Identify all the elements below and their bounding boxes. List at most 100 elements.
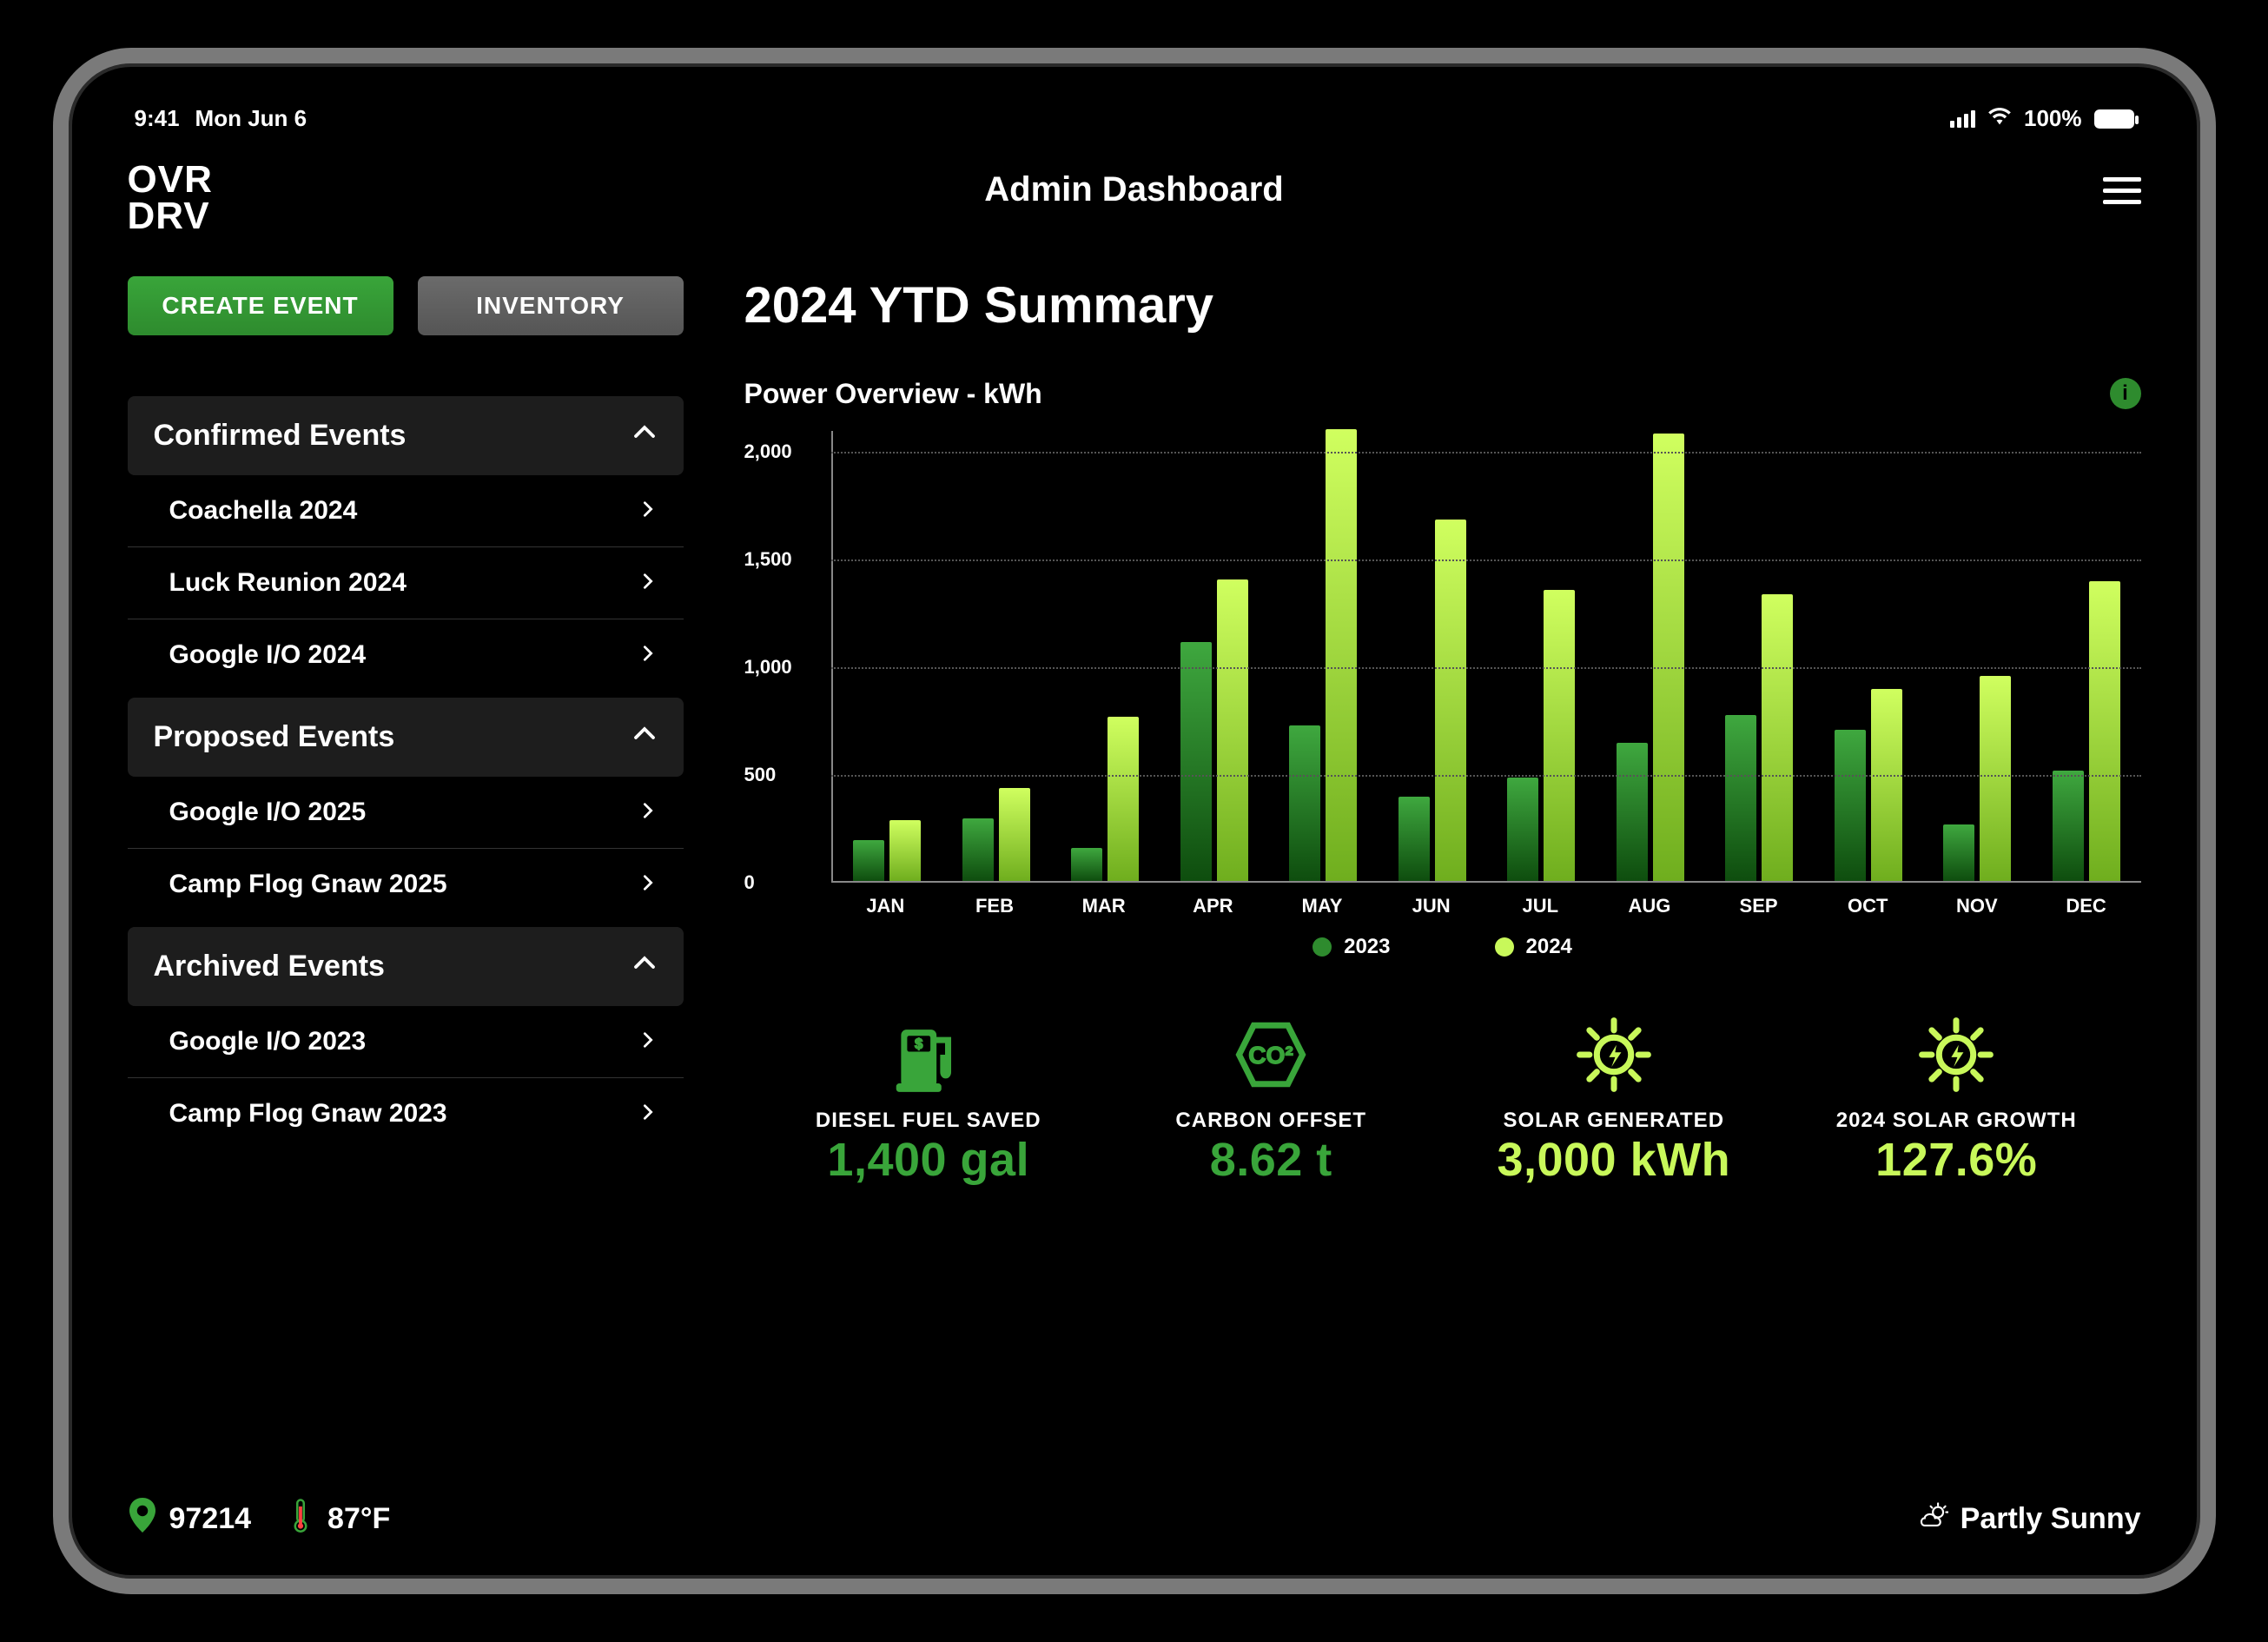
sidebar-item-luck-reunion-2024[interactable]: Luck Reunion 2024 bbox=[128, 547, 684, 619]
section-archived-events: Archived Events Google I/O 2023 Camp Flo… bbox=[128, 927, 684, 1149]
page-title: Admin Dashboard bbox=[984, 170, 1283, 209]
legend-dot-icon bbox=[1495, 937, 1514, 957]
chart-x-axis: JANFEBMARAPRMAYJUNJULAUGSEPOCTNOVDEC bbox=[831, 895, 2141, 917]
bar-2024 bbox=[999, 788, 1030, 880]
bar-2024 bbox=[1980, 676, 2011, 880]
kpi-value: 1,400 gal bbox=[762, 1133, 1096, 1187]
bar-group bbox=[842, 820, 933, 880]
sidebar-item-google-io-2023[interactable]: Google I/O 2023 bbox=[128, 1006, 684, 1078]
status-bar: 9:41 Mon Jun 6 100% bbox=[128, 105, 2141, 132]
y-tick-label: 0 bbox=[744, 871, 755, 894]
bar-2023 bbox=[1071, 848, 1102, 880]
section-title: Proposed Events bbox=[154, 720, 395, 754]
thermometer-icon bbox=[286, 1498, 315, 1540]
bar-group bbox=[950, 788, 1041, 880]
kpi-carbon-offset: CO² CARBON OFFSET 8.62 t bbox=[1104, 1011, 1438, 1187]
footer-weather-text: Partly Sunny bbox=[1961, 1502, 2141, 1536]
legend-label: 2023 bbox=[1344, 935, 1390, 959]
x-tick-label: APR bbox=[1167, 895, 1260, 917]
section-header-proposed[interactable]: Proposed Events bbox=[128, 698, 684, 777]
footer-temperature: 87°F bbox=[286, 1498, 390, 1540]
bar-group bbox=[1386, 520, 1478, 881]
bar-2023 bbox=[1617, 743, 1648, 880]
sidebar-item-camp-flog-gnaw-2023[interactable]: Camp Flog Gnaw 2023 bbox=[128, 1078, 684, 1149]
menu-icon[interactable] bbox=[2103, 170, 2141, 211]
partly-sunny-icon bbox=[1919, 1498, 1948, 1540]
info-icon[interactable]: i bbox=[2110, 378, 2141, 409]
chevron-up-icon bbox=[631, 720, 658, 754]
kpi-label: 2024 SOLAR GROWTH bbox=[1789, 1109, 2124, 1133]
section-header-archived[interactable]: Archived Events bbox=[128, 927, 684, 1006]
create-event-button[interactable]: CREATE EVENT bbox=[128, 276, 393, 335]
gridline bbox=[831, 559, 2141, 561]
x-tick-label: MAR bbox=[1058, 895, 1150, 917]
gridline bbox=[831, 452, 2141, 454]
location-pin-icon bbox=[128, 1498, 157, 1540]
sun-bolt-icon bbox=[1789, 1011, 2124, 1098]
bar-2023 bbox=[962, 818, 994, 881]
sidebar-item-coachella-2024[interactable]: Coachella 2024 bbox=[128, 475, 684, 547]
section-header-confirmed[interactable]: Confirmed Events bbox=[128, 396, 684, 475]
kpi-row: $ DIESEL FUEL SAVED 1,400 gal CO² CARBON… bbox=[744, 1011, 2141, 1187]
chevron-right-icon bbox=[638, 1099, 658, 1129]
bar-2024 bbox=[1217, 579, 1248, 881]
svg-text:CO²: CO² bbox=[1248, 1041, 1293, 1068]
bar-2023 bbox=[853, 840, 884, 881]
co2-icon: CO² bbox=[1104, 1011, 1438, 1098]
battery-percent: 100% bbox=[2024, 105, 2082, 132]
legend-dot-icon bbox=[1313, 937, 1332, 957]
kpi-label: DIESEL FUEL SAVED bbox=[762, 1109, 1096, 1133]
chevron-up-icon bbox=[631, 950, 658, 983]
chart-header: Power Overview - kWh i bbox=[744, 378, 2141, 410]
bar-2024 bbox=[1326, 429, 1357, 881]
kpi-label: SOLAR GENERATED bbox=[1447, 1109, 1782, 1133]
sidebar-item-camp-flog-gnaw-2025[interactable]: Camp Flog Gnaw 2025 bbox=[128, 849, 684, 920]
chart-y-axis: 05001,0001,5002,000 bbox=[744, 431, 814, 883]
status-left: 9:41 Mon Jun 6 bbox=[135, 105, 307, 132]
gridline bbox=[831, 667, 2141, 669]
bar-2023 bbox=[1835, 730, 1866, 880]
x-tick-label: JUL bbox=[1494, 895, 1586, 917]
bar-2024 bbox=[1544, 590, 1575, 880]
gridline bbox=[831, 775, 2141, 777]
footer-bar: 97214 87°F Partly Sunny bbox=[128, 1498, 2141, 1540]
kpi-diesel-saved: $ DIESEL FUEL SAVED 1,400 gal bbox=[762, 1011, 1096, 1187]
sidebar-item-google-io-2024[interactable]: Google I/O 2024 bbox=[128, 619, 684, 691]
footer-location[interactable]: 97214 bbox=[128, 1498, 252, 1540]
status-right: 100% bbox=[1950, 105, 2134, 132]
content: 2024 YTD Summary Power Overview - kWh i … bbox=[744, 276, 2141, 1491]
y-tick-label: 1,500 bbox=[744, 548, 792, 571]
app-logo: OVR DRV bbox=[128, 162, 213, 235]
legend-label: 2024 bbox=[1526, 935, 1572, 959]
y-tick-label: 500 bbox=[744, 764, 777, 786]
sidebar-buttons: CREATE EVENT INVENTORY bbox=[128, 276, 684, 335]
bar-2023 bbox=[1398, 797, 1430, 881]
event-label: Luck Reunion 2024 bbox=[169, 568, 407, 598]
bar-group bbox=[1714, 594, 1805, 880]
power-overview-chart: 05001,0001,5002,000 JANFEBMARAPRMAYJUNJU… bbox=[744, 431, 2141, 917]
status-time: 9:41 bbox=[135, 105, 180, 132]
footer-weather: Partly Sunny bbox=[1919, 1498, 2141, 1540]
footer-zip: 97214 bbox=[169, 1502, 252, 1536]
x-tick-label: FEB bbox=[949, 895, 1041, 917]
chevron-right-icon bbox=[638, 496, 658, 526]
section-title: Confirmed Events bbox=[154, 419, 407, 453]
kpi-solar-growth: 2024 SOLAR GROWTH 127.6% bbox=[1789, 1011, 2124, 1187]
bar-2023 bbox=[1725, 715, 1756, 881]
wifi-icon bbox=[1987, 105, 2012, 132]
bar-2023 bbox=[1180, 642, 1212, 881]
inventory-button[interactable]: INVENTORY bbox=[418, 276, 684, 335]
battery-icon bbox=[2094, 109, 2134, 129]
bar-2023 bbox=[1943, 824, 1974, 880]
footer-left: 97214 87°F bbox=[128, 1498, 391, 1540]
kpi-value: 8.62 t bbox=[1104, 1133, 1438, 1187]
kpi-label: CARBON OFFSET bbox=[1104, 1109, 1438, 1133]
bar-2023 bbox=[1289, 725, 1320, 880]
legend-item-2023: 2023 bbox=[1313, 935, 1390, 959]
bar-2024 bbox=[1762, 594, 1793, 880]
bar-group bbox=[1278, 429, 1369, 881]
sidebar-item-google-io-2025[interactable]: Google I/O 2025 bbox=[128, 777, 684, 849]
bar-group bbox=[1060, 717, 1151, 880]
main-area: CREATE EVENT INVENTORY Confirmed Events … bbox=[128, 276, 2141, 1491]
sun-bolt-icon bbox=[1447, 1011, 1782, 1098]
